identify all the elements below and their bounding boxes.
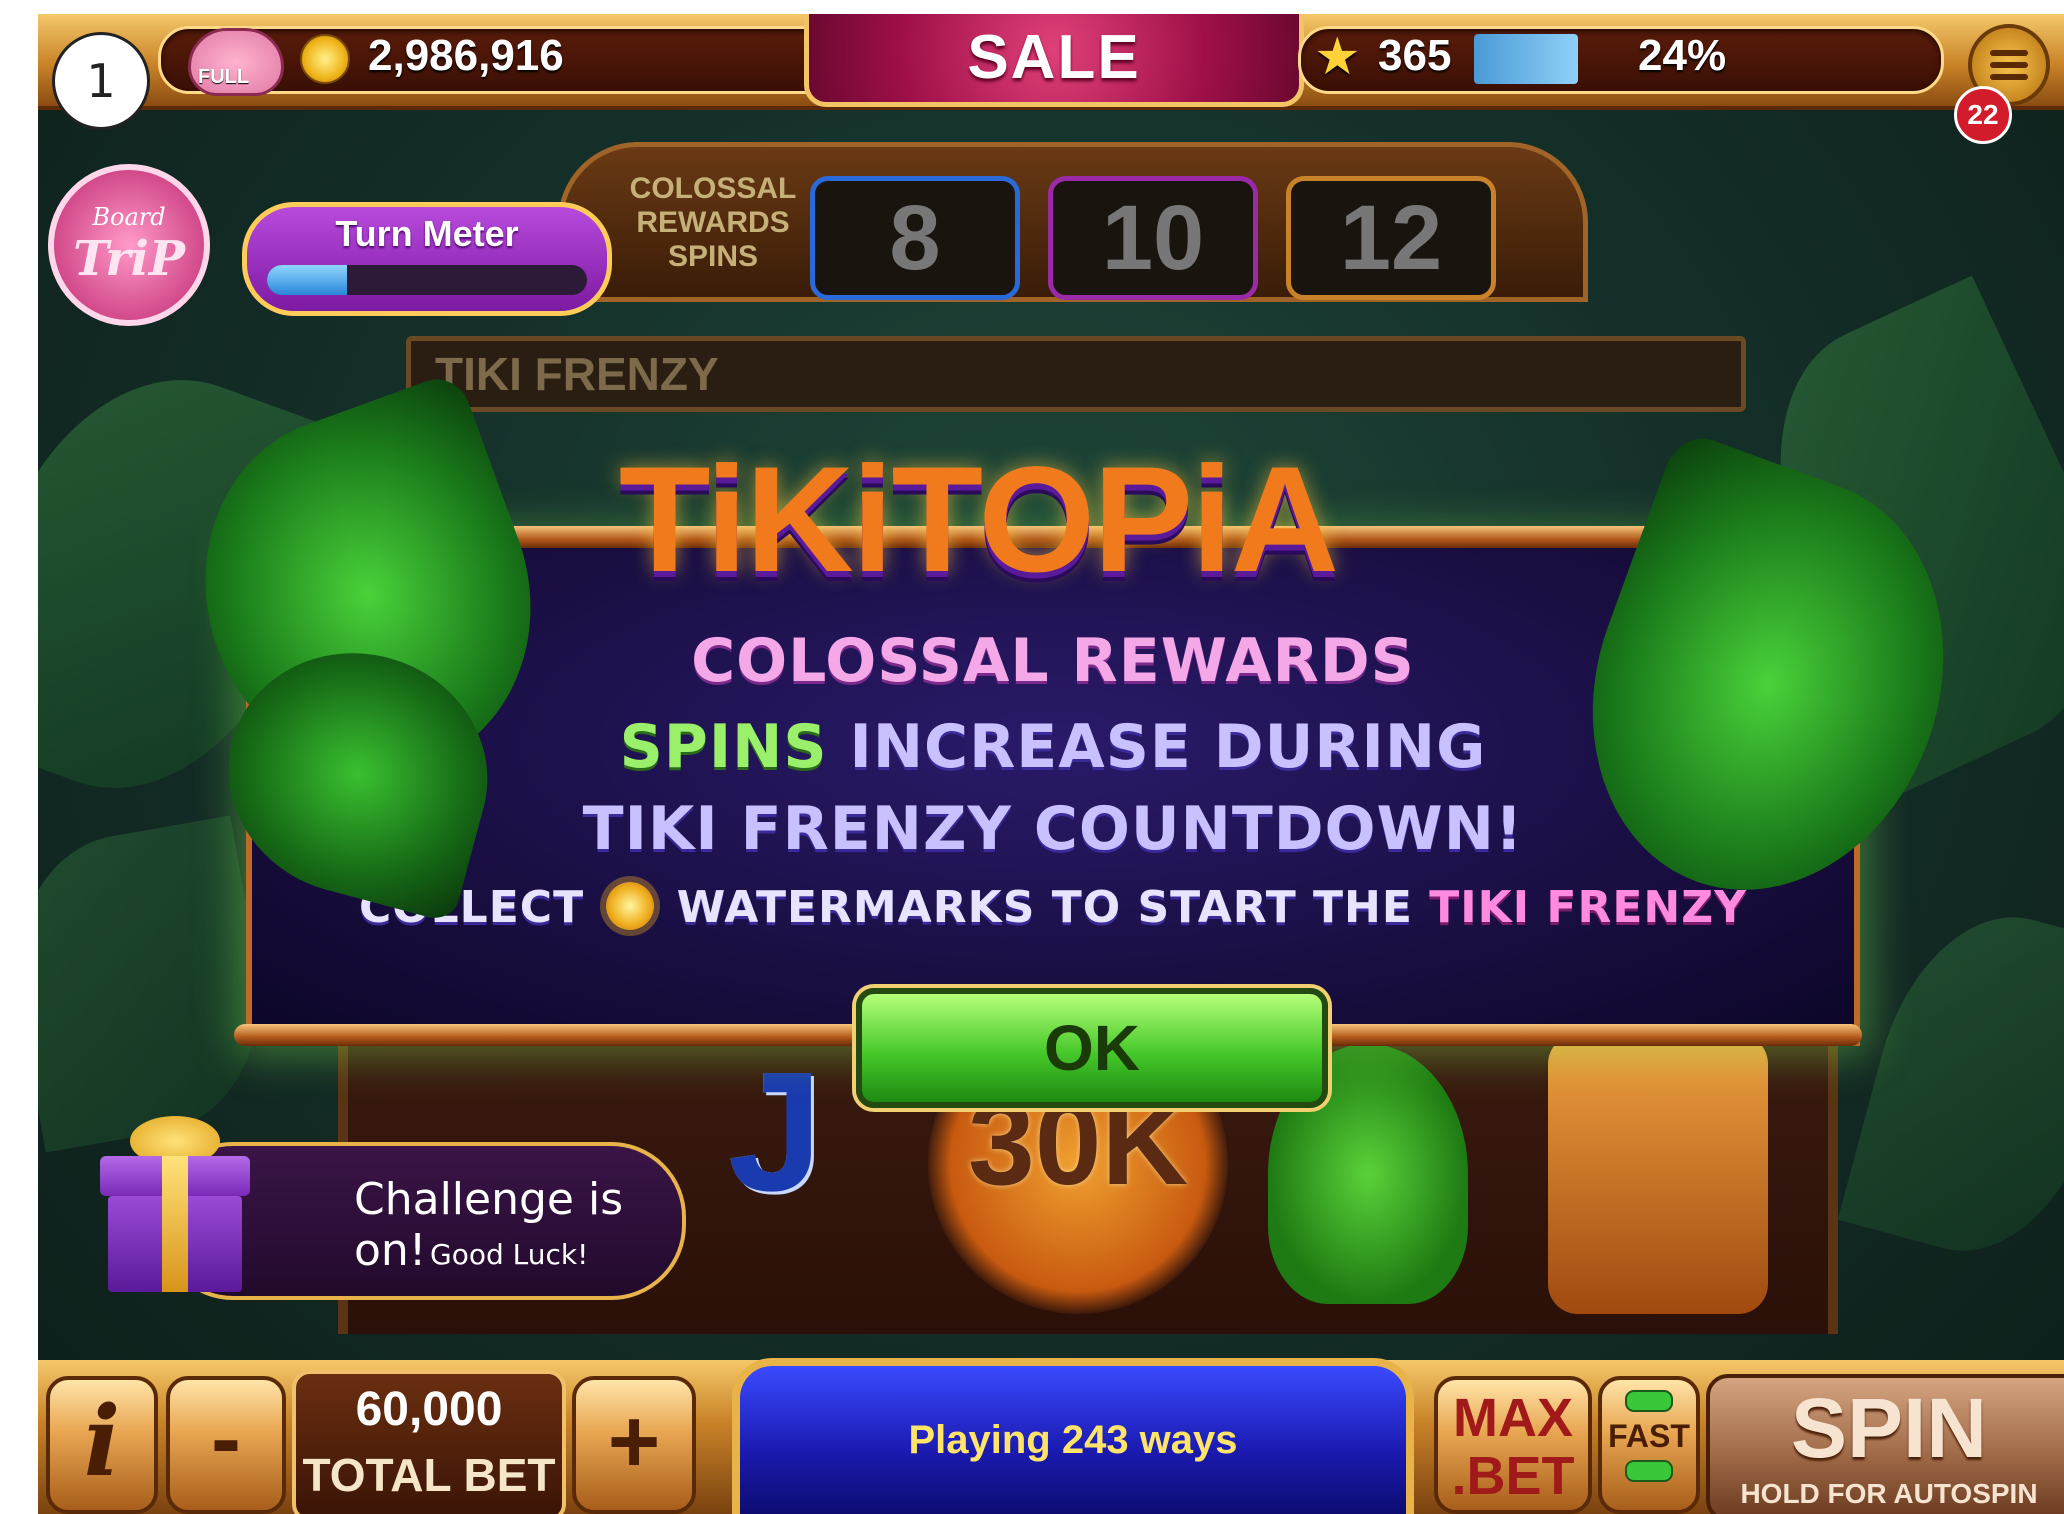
- step-number-badge: 1: [52, 32, 150, 130]
- tiki-frenzy-bar: TIKI FRENZY: [406, 336, 1746, 412]
- menu-line: [1990, 74, 2028, 80]
- increase-during-text: INCREASE DURING: [849, 712, 1487, 782]
- turn-meter-fill: [267, 265, 347, 295]
- spin-autospin-hint: HOLD FOR AUTOSPIN: [1740, 1478, 2038, 1509]
- turn-meter-label: Turn Meter: [335, 213, 519, 254]
- fast-light-bottom: [1625, 1460, 1673, 1482]
- label-line: REWARDS: [636, 206, 790, 239]
- menu-line: [1990, 62, 2028, 68]
- board-trip-button[interactable]: Board TriP: [48, 164, 210, 326]
- max-bet-line1: MAX: [1453, 1388, 1573, 1448]
- reel-symbol-jack: J: [728, 1037, 823, 1227]
- total-bet-display: 60,000 TOTAL BET: [292, 1370, 566, 1514]
- spins-option-12: 12: [1286, 176, 1496, 300]
- max-bet-button[interactable]: MAX .BET: [1434, 1376, 1592, 1514]
- turn-meter-track: [267, 265, 587, 295]
- top-bar: FULL 2,986,916 SALE ★ 365 24%: [38, 14, 2064, 110]
- tikitopia-logo: TiKiTOPiA: [598, 424, 1358, 614]
- max-bet-line2: .BET: [1451, 1446, 1575, 1506]
- tiki-frenzy-label: TIKI FRENZY: [435, 348, 719, 400]
- spin-label: SPIN: [1790, 1381, 1988, 1475]
- total-bet-label: TOTAL BET: [302, 1449, 556, 1501]
- spins-option-8: 8: [810, 176, 1020, 300]
- colossal-rewards-spins-label: COLOSSAL REWARDS SPINS: [608, 172, 818, 274]
- gift-ribbon: [162, 1156, 188, 1292]
- piggy-full-label: FULL: [198, 66, 250, 88]
- fast-light-top: [1625, 1390, 1673, 1412]
- game-screen: FULL 2,986,916 SALE ★ 365 24% 22 COLOSSA…: [38, 14, 2064, 1514]
- level-progress-percent: 24%: [1638, 31, 1727, 80]
- dialog-line-collect: COLLECT WATERMARKS TO START THE TIKI FRE…: [252, 882, 1854, 933]
- sun-watermark-icon: [606, 882, 655, 930]
- spins-option-10: 10: [1048, 176, 1258, 300]
- spins-word: SPINS: [619, 712, 828, 782]
- gift-box-icon: [100, 1116, 250, 1294]
- fast-toggle[interactable]: FAST: [1598, 1376, 1700, 1514]
- info-button[interactable]: i: [46, 1376, 158, 1514]
- coin-icon: [300, 34, 350, 84]
- fast-label: FAST: [1608, 1418, 1690, 1454]
- menu-line: [1990, 50, 2028, 56]
- tiki-mask-icon: [1548, 1034, 1768, 1314]
- tiki-frenzy-text: TIKI FRENZY: [1429, 882, 1748, 933]
- notification-badge[interactable]: 22: [1954, 86, 2012, 144]
- turn-meter[interactable]: Turn Meter: [242, 202, 612, 316]
- label-line: COLOSSAL: [629, 172, 797, 205]
- label-line: SPINS: [667, 240, 759, 273]
- ok-button[interactable]: OK: [856, 988, 1328, 1108]
- increase-bet-button[interactable]: +: [572, 1376, 696, 1514]
- ways-display: Playing 243 ways: [732, 1358, 1414, 1514]
- bg-leaf: [1837, 891, 2064, 1277]
- spin-button[interactable]: SPIN HOLD FOR AUTOSPIN: [1706, 1374, 2064, 1514]
- board-trip-line1: Board: [92, 203, 166, 231]
- coin-balance: 2,986,916: [368, 31, 564, 80]
- decrease-bet-button[interactable]: -: [166, 1376, 286, 1514]
- sale-button[interactable]: SALE: [804, 14, 1304, 107]
- total-bet-value: 60,000: [355, 1383, 503, 1436]
- board-trip-line2: TriP: [73, 231, 185, 287]
- star-icon: ★: [1314, 27, 1361, 87]
- watermarks-text: WATERMARKS TO START THE: [676, 882, 1413, 933]
- challenge-subtitle: Good Luck!: [430, 1238, 589, 1271]
- level-number: 365: [1378, 31, 1452, 80]
- level-progress-fill: [1474, 34, 1578, 84]
